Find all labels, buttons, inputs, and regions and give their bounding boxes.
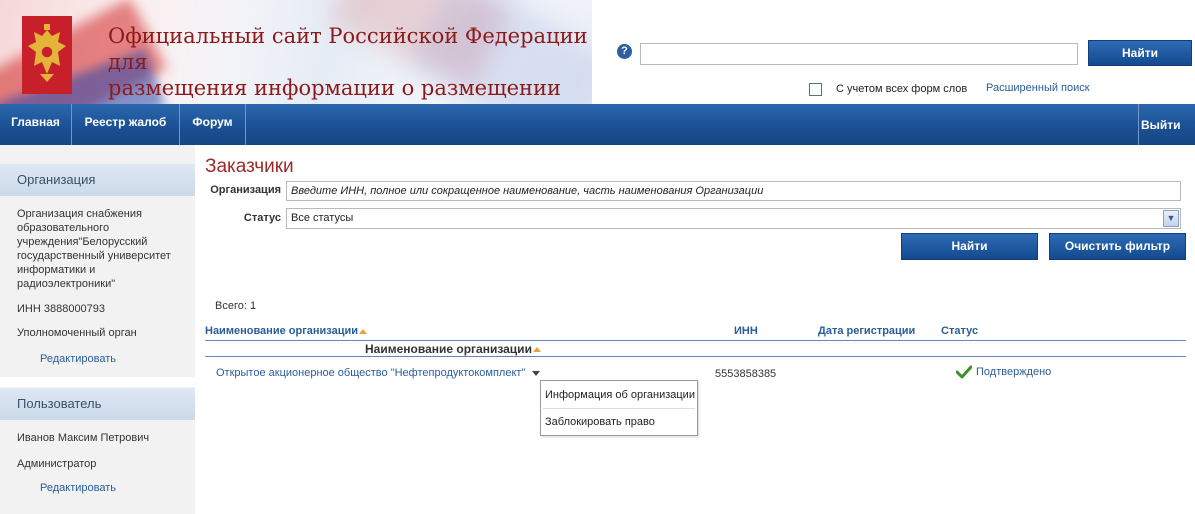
sidebar-separator (0, 377, 195, 387)
sidebar-org-inn: ИНН 3888000793 (17, 303, 106, 315)
ctx-item-org-info[interactable]: Информация об организации (541, 382, 697, 408)
row-org-name-link[interactable]: Открытое акционерное общество "Нефтепрод… (216, 367, 525, 379)
page-title: Заказчики (205, 156, 294, 177)
sort-asc-icon (359, 328, 368, 334)
row-inn: 5553858385 (715, 368, 777, 380)
sidebar-user-name: Иванов Максим Петрович (17, 432, 150, 444)
site-header: Официальный сайт Российской Федерации дл… (0, 0, 1195, 104)
header-banner: Официальный сайт Российской Федерации дл… (0, 0, 592, 104)
org-filter-input[interactable]: Введите ИНН, полное или сокращенное наим… (286, 181, 1181, 201)
header-search-input[interactable] (640, 43, 1078, 65)
filter-find-button[interactable]: Найти (901, 233, 1038, 260)
sidebar-user-role: Администратор (17, 458, 97, 470)
chevron-down-icon[interactable]: ▼ (1163, 210, 1179, 227)
coat-of-arms-icon (22, 16, 72, 94)
logout-button[interactable]: Выйти (1138, 104, 1195, 145)
sidebar-user-edit-link[interactable]: Редактировать (40, 482, 116, 494)
group-header[interactable]: Наименование организации (365, 342, 541, 356)
nav-item-forum[interactable]: Форум (180, 104, 246, 145)
sort-asc-icon (532, 347, 541, 353)
sidebar-org-edit-link[interactable]: Редактировать (40, 353, 116, 365)
checkmark-icon (956, 365, 972, 379)
main-nav: Главная Реестр жалоб Форум Выйти (0, 104, 1195, 145)
clear-filter-button[interactable]: Очистить фильтр (1049, 233, 1186, 260)
total-count: Всего: 1 (215, 300, 257, 312)
sidebar-user-header: Пользователь (0, 388, 195, 420)
nav-item-complaints[interactable]: Реестр жалоб (72, 104, 180, 145)
wordforms-label: С учетом всех форм слов (836, 83, 968, 95)
site-title-line1: Официальный сайт Российской Федерации дл… (108, 24, 588, 74)
status-filter-select[interactable]: Все статусы ▼ (286, 208, 1181, 229)
col-header-name[interactable]: Наименование организации (205, 325, 368, 337)
wordforms-checkbox[interactable] (809, 82, 822, 96)
col-header-inn[interactable]: ИНН (734, 325, 758, 337)
status-filter-label: Статус (243, 212, 281, 224)
sidebar-org-header: Организация (0, 164, 195, 196)
advanced-search-link[interactable]: Расширенный поиск (986, 82, 1090, 94)
site-title-line2: размещения информации о размещении заказ… (108, 76, 562, 104)
group-header-label: Наименование организации (365, 342, 532, 356)
help-icon[interactable]: ? (617, 44, 632, 59)
org-filter-label: Организация (210, 184, 281, 196)
sidebar: Организация Организация снабжения образо… (0, 145, 195, 514)
col-header-reg-date[interactable]: Дата регистрации (818, 325, 915, 337)
sidebar-org-role: Уполномоченный орган (17, 327, 137, 339)
ctx-item-block-right[interactable]: Заблокировать право (541, 409, 697, 435)
header-search-button[interactable]: Найти (1088, 40, 1192, 66)
row-status: Подтверждено (976, 366, 1052, 378)
status-filter-value: Все статусы (291, 212, 354, 224)
wordforms-option: С учетом всех форм слов (809, 82, 967, 96)
nav-item-home[interactable]: Главная (0, 104, 72, 145)
header-divider (205, 340, 1186, 341)
row-menu-caret-icon[interactable] (532, 371, 540, 376)
col-header-status[interactable]: Статус (941, 325, 978, 337)
row-context-menu: Информация об организации Заблокировать … (540, 380, 698, 436)
col-header-name-label: Наименование организации (205, 325, 359, 337)
site-title: Официальный сайт Российской Федерации дл… (108, 23, 592, 104)
sidebar-org-name: Организация снабжения образовательного у… (17, 208, 171, 290)
group-divider (205, 356, 1186, 357)
